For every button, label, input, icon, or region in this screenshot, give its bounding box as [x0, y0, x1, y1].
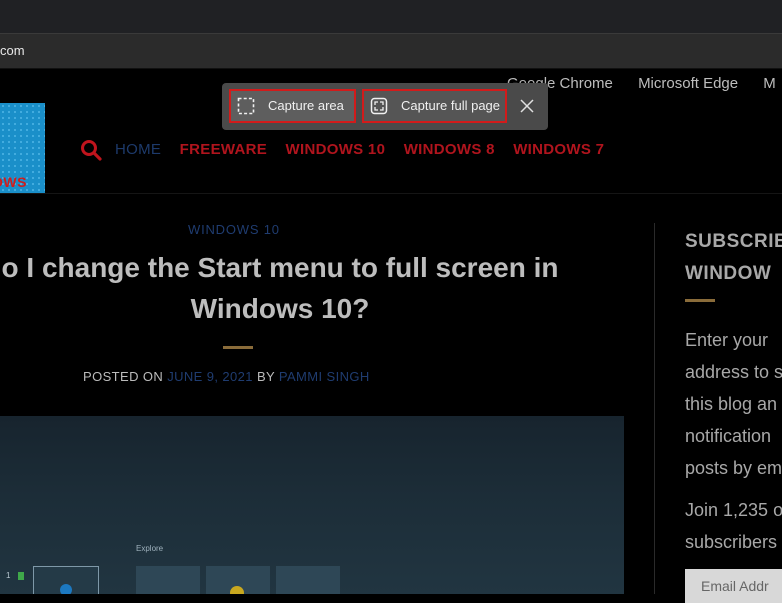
sidebar-join-line: subscribers: [685, 532, 778, 552]
search-icon[interactable]: [80, 139, 102, 161]
hero-mini-text: 1: [6, 571, 11, 580]
sidebar-desc-line: this blog an: [685, 394, 778, 414]
sidebar-title-line-1: SUBSCRIBE: [685, 231, 782, 252]
capture-area-button[interactable]: Capture area: [229, 89, 356, 123]
capture-area-icon: [237, 97, 255, 115]
sidebar-join-text: Join 1,235 o subscribers: [685, 494, 782, 558]
article-category[interactable]: WINDOWS 10: [188, 222, 280, 237]
meta-by: BY: [256, 369, 275, 384]
sidebar-description: Enter your address to s this blog an not…: [685, 324, 782, 484]
hero-tile: [276, 566, 340, 594]
article-meta: POSTED ON JUNE 9, 2021 BY PAMMI SINGH: [83, 369, 370, 384]
nav-windows-7[interactable]: WINDOWS 7: [513, 141, 604, 158]
capture-full-page-icon: [370, 97, 388, 115]
capture-area-label: Capture area: [268, 98, 344, 113]
header-divider: [0, 193, 782, 194]
article-title: o I change the Start menu to full screen…: [0, 247, 590, 329]
top-links: Google Chrome Microsoft Edge M: [507, 75, 782, 92]
sidebar-desc-line: notification: [685, 426, 772, 446]
sidebar-join-line: Join 1,235 o: [685, 500, 782, 520]
hero-green-mark: [18, 572, 24, 580]
close-icon[interactable]: [516, 95, 538, 117]
meta-author-link[interactable]: PAMMI SINGH: [279, 369, 370, 384]
nav-windows-8[interactable]: WINDOWS 8: [404, 141, 495, 158]
email-field[interactable]: Email Addr: [685, 569, 782, 603]
meta-posted-on: POSTED ON: [83, 369, 164, 384]
sidebar-title: SUBSCRIBE WINDOW: [685, 226, 782, 290]
hero-explore-label: Explore: [136, 544, 164, 553]
nav-home[interactable]: HOME: [115, 141, 161, 158]
browser-tab-strip: [0, 0, 782, 33]
sidebar-divider: [654, 223, 655, 594]
sidebar-title-line-2: WINDOW: [685, 263, 772, 284]
top-link-edge[interactable]: Microsoft Edge: [638, 75, 738, 92]
title-divider: [223, 346, 253, 349]
main-nav: HOME FREEWARE WINDOWS 10 WINDOWS 8 WINDO…: [115, 141, 618, 158]
web-page: Google Chrome Microsoft Edge M OWS HOME …: [0, 69, 782, 603]
address-bar[interactable]: com: [0, 33, 782, 69]
address-text[interactable]: com: [0, 43, 25, 58]
capture-full-page-button[interactable]: Capture full page: [362, 89, 507, 123]
top-link-more[interactable]: M: [763, 75, 776, 92]
meta-date-link[interactable]: JUNE 9, 2021: [167, 369, 253, 384]
site-logo[interactable]: OWS: [0, 103, 45, 193]
sidebar-desc-line: Enter your: [685, 330, 769, 350]
sidebar-title-rule: [685, 299, 715, 302]
nav-windows-10[interactable]: WINDOWS 10: [286, 141, 386, 158]
sidebar-desc-line: posts by em: [685, 458, 782, 478]
logo-text: OWS: [0, 174, 27, 190]
nav-freeware[interactable]: FREEWARE: [180, 141, 267, 158]
article-title-line-2: Windows 10?: [190, 293, 370, 324]
article-title-line-1: o I change the Start menu to full screen…: [1, 252, 559, 283]
article-hero-image: 1 Explore: [0, 416, 624, 594]
capture-toolbar: Capture area Capture full page: [222, 83, 548, 130]
sidebar-desc-line: address to s: [685, 362, 782, 382]
hero-coin-icon: [230, 586, 244, 594]
hero-tile-icon: [60, 584, 72, 594]
hero-tile: [136, 566, 200, 594]
capture-full-page-label: Capture full page: [401, 98, 501, 113]
